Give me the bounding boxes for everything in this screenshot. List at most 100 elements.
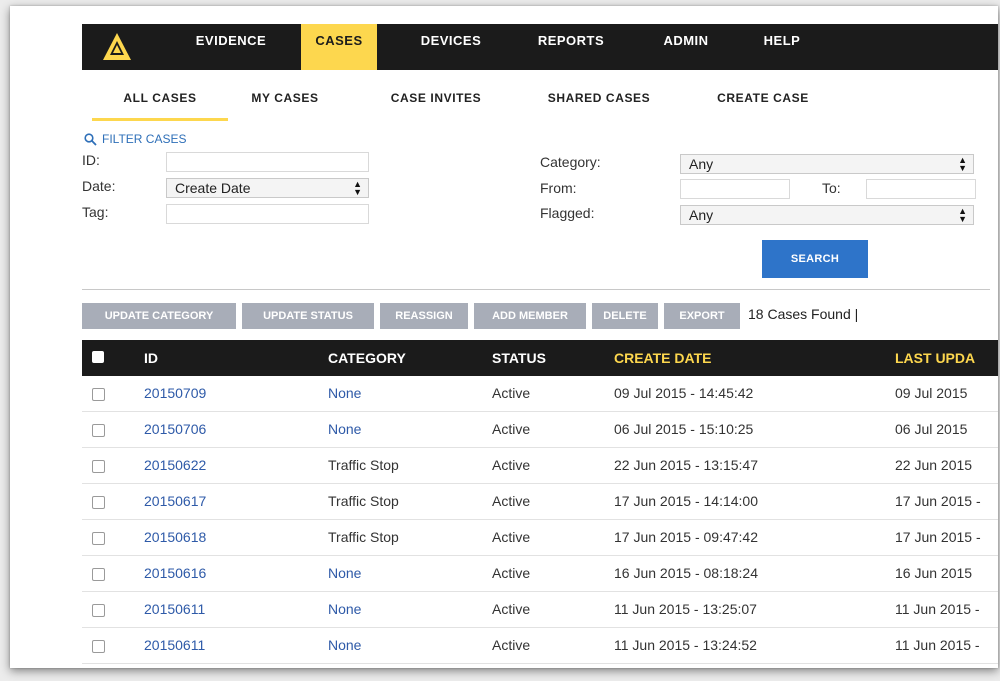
- logo-icon[interactable]: [100, 31, 134, 63]
- table-row: 20150617 Traffic Stop Active 17 Jun 2015…: [82, 484, 998, 520]
- to-date-input[interactable]: [866, 179, 976, 199]
- case-category: Traffic Stop: [328, 457, 399, 473]
- table-row: 20150709 None Active 09 Jul 2015 - 14:45…: [82, 376, 998, 412]
- case-status: Active: [492, 637, 531, 653]
- case-last-updated: 17 Jun 2015 -: [895, 493, 981, 509]
- nav-cases[interactable]: CASES: [301, 24, 377, 70]
- case-create-date: 16 Jun 2015 - 08:18:24: [614, 565, 759, 581]
- select-arrows-icon: ▲ ▼: [353, 179, 362, 197]
- case-id-link[interactable]: 20150622: [144, 448, 206, 484]
- header-category[interactable]: CATEGORY: [328, 340, 406, 376]
- from-label: From:: [540, 180, 577, 196]
- case-status: Active: [492, 529, 531, 545]
- search-button[interactable]: SEARCH: [762, 240, 868, 278]
- row-checkbox[interactable]: [92, 424, 105, 437]
- nav-help[interactable]: HELP: [758, 24, 806, 70]
- nav-evidence[interactable]: EVIDENCE: [186, 24, 276, 70]
- table-row: 20150618 Traffic Stop Active 17 Jun 2015…: [82, 520, 998, 556]
- delete-button[interactable]: DELETE: [592, 303, 658, 329]
- to-label: To:: [822, 180, 841, 196]
- row-checkbox[interactable]: [92, 496, 105, 509]
- case-create-date: 17 Jun 2015 - 09:47:42: [614, 529, 759, 545]
- id-label: ID:: [82, 152, 100, 168]
- category-select[interactable]: Any ▲ ▼: [680, 154, 974, 174]
- case-last-updated: 11 Jun 2015 -: [895, 637, 980, 653]
- tag-input[interactable]: [166, 204, 369, 224]
- header-status[interactable]: STATUS: [492, 340, 546, 376]
- row-checkbox[interactable]: [92, 532, 105, 545]
- case-create-date: 11 Jun 2015 - 13:25:07: [614, 601, 757, 617]
- case-create-date: 06 Jul 2015 - 15:10:25: [614, 421, 754, 437]
- case-last-updated: 16 Jun 2015: [895, 565, 973, 581]
- table-header: ID CATEGORY STATUS CREATE DATE LAST UPDA: [82, 340, 998, 376]
- id-input[interactable]: [166, 152, 369, 172]
- export-button[interactable]: EXPORT: [664, 303, 740, 329]
- from-date-input[interactable]: [680, 179, 790, 199]
- case-category[interactable]: None: [328, 376, 361, 412]
- tab-case-invites[interactable]: CASE INVITES: [380, 88, 492, 118]
- flagged-select[interactable]: Any ▲ ▼: [680, 205, 974, 225]
- case-category: Traffic Stop: [328, 529, 399, 545]
- table-row: 20150611 None Active 11 Jun 2015 - 13:25…: [82, 592, 998, 628]
- case-category[interactable]: None: [328, 556, 361, 592]
- case-category[interactable]: None: [328, 592, 361, 628]
- case-last-updated: 09 Jul 2015: [895, 385, 968, 401]
- case-id-link[interactable]: 20150706: [144, 412, 206, 448]
- case-status: Active: [492, 601, 531, 617]
- case-id-link[interactable]: 20150618: [144, 520, 206, 556]
- category-label: Category:: [540, 154, 601, 170]
- table-row: 20150622 Traffic Stop Active 22 Jun 2015…: [82, 448, 998, 484]
- case-status: Active: [492, 457, 531, 473]
- tag-label: Tag:: [82, 204, 109, 220]
- case-category: Traffic Stop: [328, 493, 399, 509]
- case-id-link[interactable]: 20150616: [144, 556, 206, 592]
- select-all-checkbox[interactable]: [92, 351, 104, 363]
- app-window: EVIDENCE CASES DEVICES REPORTS ADMIN HEL…: [10, 6, 998, 668]
- case-category[interactable]: None: [328, 412, 361, 448]
- tab-create-case[interactable]: CREATE CASE: [706, 88, 820, 118]
- tab-shared-cases[interactable]: SHARED CASES: [536, 88, 662, 118]
- row-checkbox[interactable]: [92, 604, 105, 617]
- row-checkbox[interactable]: [92, 568, 105, 581]
- nav-admin[interactable]: ADMIN: [656, 24, 716, 70]
- case-status: Active: [492, 385, 531, 401]
- nav-devices[interactable]: DEVICES: [410, 24, 492, 70]
- divider: [82, 289, 990, 290]
- flagged-label: Flagged:: [540, 205, 595, 221]
- row-checkbox[interactable]: [92, 460, 105, 473]
- row-checkbox[interactable]: [92, 640, 105, 653]
- case-id-link[interactable]: 20150709: [144, 376, 206, 412]
- case-status: Active: [492, 493, 531, 509]
- top-nav: EVIDENCE CASES DEVICES REPORTS ADMIN HEL…: [82, 24, 998, 70]
- search-icon: [84, 133, 97, 146]
- case-id-link[interactable]: 20150617: [144, 484, 206, 520]
- date-select[interactable]: Create Date ▲ ▼: [166, 178, 369, 198]
- case-last-updated: 11 Jun 2015 -: [895, 601, 980, 617]
- header-create-date[interactable]: CREATE DATE: [614, 340, 711, 376]
- case-id-link[interactable]: 20150611: [144, 628, 205, 664]
- case-create-date: 22 Jun 2015 - 13:15:47: [614, 457, 759, 473]
- header-id[interactable]: ID: [144, 340, 158, 376]
- case-create-date: 11 Jun 2015 - 13:24:52: [614, 637, 757, 653]
- case-status: Active: [492, 421, 531, 437]
- header-last-updated[interactable]: LAST UPDA: [895, 340, 975, 376]
- table-row: 20150616 None Active 16 Jun 2015 - 08:18…: [82, 556, 998, 592]
- tab-all-cases[interactable]: ALL CASES: [92, 88, 228, 121]
- filter-cases-toggle[interactable]: FILTER CASES: [84, 132, 224, 148]
- update-category-button[interactable]: UPDATE CATEGORY: [82, 303, 236, 329]
- category-select-value: Any: [689, 156, 714, 172]
- case-last-updated: 06 Jul 2015: [895, 421, 968, 437]
- filter-cases-label: FILTER CASES: [102, 132, 187, 146]
- add-member-button[interactable]: ADD MEMBER: [474, 303, 586, 329]
- case-id-link[interactable]: 20150611: [144, 592, 205, 628]
- case-category[interactable]: None: [328, 628, 361, 664]
- date-label: Date:: [82, 178, 116, 194]
- nav-reports[interactable]: REPORTS: [530, 24, 612, 70]
- reassign-button[interactable]: REASSIGN: [380, 303, 468, 329]
- tab-my-cases[interactable]: MY CASES: [242, 88, 328, 118]
- table-row: 20150611 None Active 11 Jun 2015 - 13:24…: [82, 628, 998, 664]
- case-create-date: 09 Jul 2015 - 14:45:42: [614, 385, 754, 401]
- update-status-button[interactable]: UPDATE STATUS: [242, 303, 374, 329]
- date-select-value: Create Date: [175, 180, 251, 196]
- row-checkbox[interactable]: [92, 388, 105, 401]
